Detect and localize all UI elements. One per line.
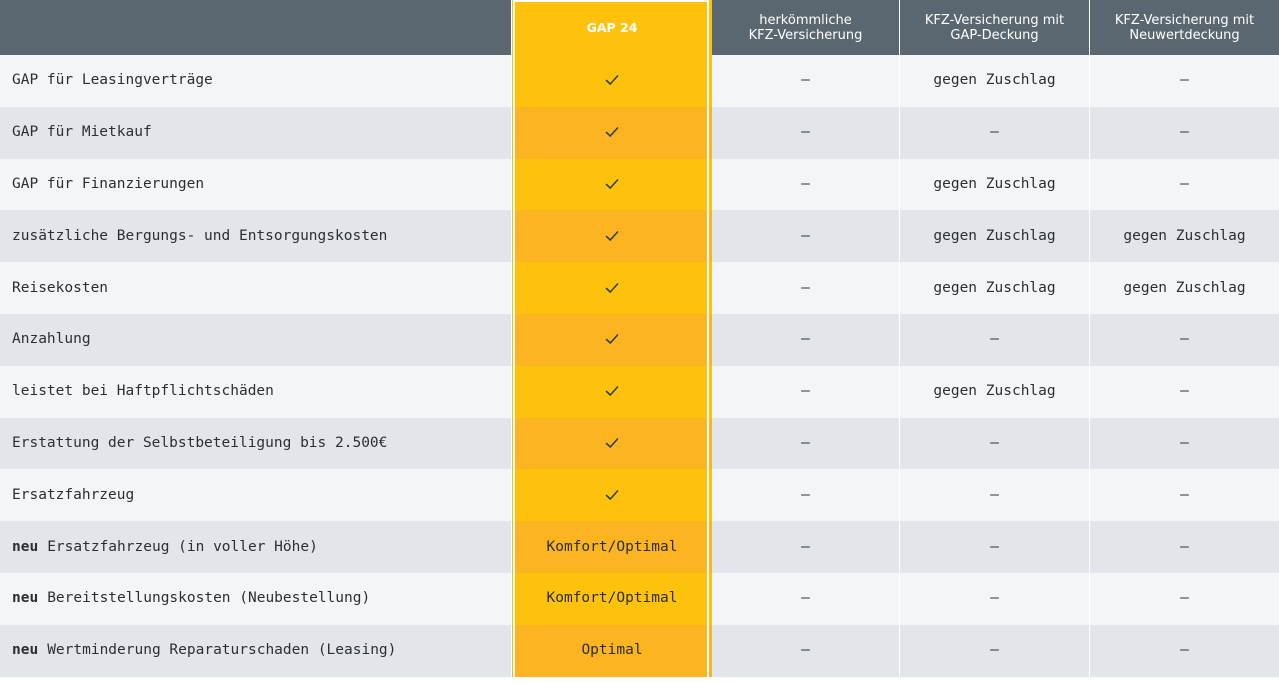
new-value-cell: – [1090, 55, 1279, 107]
gap24-included-cell [512, 417, 712, 470]
feature-text: leistet bei Haftpflichtschäden [12, 383, 274, 400]
feature-label: Anzahlung [0, 313, 512, 366]
gap-cover-cell: gegen Zuschlag [900, 262, 1090, 314]
feature-text: Reisekosten [12, 279, 109, 296]
gap24-included-cell [512, 210, 712, 263]
check-icon [604, 331, 620, 347]
new-value-cell: – [1090, 365, 1279, 418]
gap24-tariff-cell: Komfort/Optimal [512, 572, 712, 625]
feature-label: leistet bei Haftpflichtschäden [0, 365, 512, 418]
conventional-cell: – [712, 624, 900, 677]
feature-text: Bereitstellungskosten (Neubestellung) [47, 590, 371, 607]
check-icon [604, 280, 620, 296]
check-icon [604, 124, 620, 140]
new-badge: neu [12, 538, 39, 555]
header-empty-cell [0, 0, 512, 55]
new-value-cell: – [1090, 158, 1279, 211]
conventional-cell: – [712, 313, 900, 366]
conventional-cell: – [712, 417, 900, 470]
header-gap-cover: KFZ-Versicherung mit GAP-Deckung [900, 0, 1090, 55]
new-value-cell: – [1090, 417, 1279, 470]
conventional-cell: – [712, 158, 900, 211]
new-badge: neu [12, 590, 39, 607]
new-value-cell: – [1090, 469, 1279, 522]
check-icon [604, 176, 620, 192]
feature-text: Erstattung der Selbstbeteiligung bis 2.5… [12, 434, 388, 451]
check-icon [604, 228, 620, 244]
gap24-included-cell [512, 106, 712, 159]
feature-label: Ersatzfahrzeug [0, 469, 512, 522]
gap-cover-cell: gegen Zuschlag [900, 158, 1090, 211]
feature-label: GAP für Mietkauf [0, 106, 512, 159]
gap-cover-cell: gegen Zuschlag [900, 365, 1090, 418]
gap-cover-cell: gegen Zuschlag [900, 55, 1090, 107]
header-new-value: KFZ-Versicherung mit Neuwertdeckung [1090, 0, 1279, 55]
conventional-cell: – [712, 55, 900, 107]
feature-text: GAP für Leasingverträge [12, 72, 213, 89]
new-value-cell: gegen Zuschlag [1090, 262, 1279, 314]
feature-label: zusätzliche Bergungs- und Entsorgungskos… [0, 210, 512, 263]
comparison-table: GAP 24 herkömmliche KFZ-Versicherung KFZ… [0, 0, 1279, 683]
feature-text: Wertminderung Reparaturschaden (Leasing) [47, 642, 397, 659]
gap24-included-cell [512, 365, 712, 418]
feature-label: Erstattung der Selbstbeteiligung bis 2.5… [0, 417, 512, 470]
feature-text: GAP für Finanzierungen [12, 175, 205, 192]
feature-text: GAP für Mietkauf [12, 124, 152, 141]
check-icon [604, 487, 620, 503]
gap24-tariff-cell: Komfort/Optimal [512, 521, 712, 573]
conventional-cell: – [712, 365, 900, 418]
gap24-included-cell [512, 158, 712, 211]
gap24-included-cell [512, 262, 712, 314]
feature-label: Reisekosten [0, 262, 512, 314]
new-value-cell: – [1090, 521, 1279, 573]
gap24-included-cell [512, 313, 712, 366]
conventional-cell: – [712, 106, 900, 159]
feature-label: GAP für Leasingverträge [0, 55, 512, 107]
gap-cover-cell: – [900, 521, 1090, 573]
new-value-cell: – [1090, 313, 1279, 366]
header-gap24: GAP 24 [512, 0, 712, 55]
check-icon [604, 435, 620, 451]
feature-text: Anzahlung [12, 331, 91, 348]
gap-cover-cell: – [900, 313, 1090, 366]
gap24-included-cell [512, 469, 712, 522]
gap24-tariff-cell: Optimal [512, 624, 712, 677]
feature-label: neu Ersatzfahrzeug (in voller Höhe) [0, 521, 512, 573]
feature-text: Ersatzfahrzeug (in voller Höhe) [47, 538, 318, 555]
gap-cover-cell: – [900, 106, 1090, 159]
new-value-cell: gegen Zuschlag [1090, 210, 1279, 263]
feature-label: neu Bereitstellungskosten (Neubestellung) [0, 572, 512, 625]
gap-cover-cell: – [900, 469, 1090, 522]
new-value-cell: – [1090, 106, 1279, 159]
conventional-cell: – [712, 521, 900, 573]
feature-label: GAP für Finanzierungen [0, 158, 512, 211]
new-value-cell: – [1090, 624, 1279, 677]
new-badge: neu [12, 642, 39, 659]
gap-cover-cell: gegen Zuschlag [900, 210, 1090, 263]
conventional-cell: – [712, 572, 900, 625]
feature-label: neu Wertminderung Reparaturschaden (Leasi… [0, 624, 512, 677]
check-icon [604, 72, 620, 88]
gap-cover-cell: – [900, 624, 1090, 677]
feature-text: Ersatzfahrzeug [12, 486, 135, 503]
header-conventional: herkömmliche KFZ-Versicherung [712, 0, 900, 55]
conventional-cell: – [712, 262, 900, 314]
feature-text: zusätzliche Bergungs- und Entsorgungskos… [12, 227, 388, 244]
new-value-cell: – [1090, 572, 1279, 625]
gap-cover-cell: – [900, 572, 1090, 625]
check-icon [604, 383, 620, 399]
gap24-included-cell [512, 55, 712, 107]
gap-cover-cell: – [900, 417, 1090, 470]
conventional-cell: – [712, 469, 900, 522]
conventional-cell: – [712, 210, 900, 263]
